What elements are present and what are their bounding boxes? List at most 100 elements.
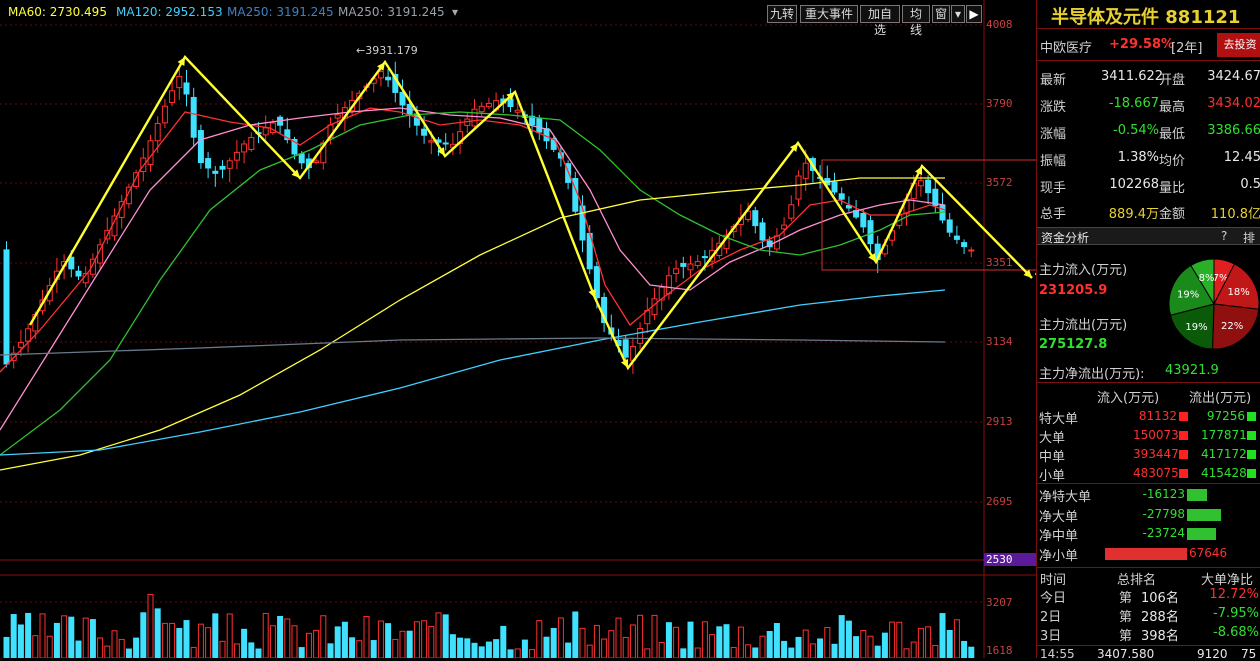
- pct-value: -0.54%: [1113, 123, 1159, 138]
- volume-bar: [536, 620, 543, 658]
- volume-bar: [183, 620, 190, 658]
- rank-day: 今日: [1040, 591, 1067, 606]
- candle: [377, 71, 384, 79]
- quote-panel: 半导体及元件 881121 中欧医疗 +29.58% [2年] 去投资 最新 3…: [1036, 0, 1260, 661]
- candle: [17, 341, 24, 348]
- volume-bar: [32, 635, 39, 658]
- footer-price: 3407.580: [1097, 647, 1155, 661]
- expand-arrow-icon[interactable]: ▶: [966, 5, 982, 23]
- volume-bar: [226, 613, 233, 658]
- window-button[interactable]: 窗: [932, 5, 950, 23]
- add-watchlist-button[interactable]: 加自选: [860, 5, 900, 37]
- footer-vol: 9120: [1197, 647, 1228, 661]
- help-icon[interactable]: ?: [1221, 229, 1227, 243]
- ratio-header: 大单净比: [1201, 573, 1254, 588]
- avg-value: 12.45: [1223, 150, 1260, 165]
- candle: [701, 256, 708, 259]
- rank-prefix: 第: [1119, 610, 1133, 625]
- main-in-label: 主力流入(万元): [1039, 263, 1128, 278]
- hand-value: 102268: [1109, 177, 1159, 192]
- candle: [968, 249, 975, 252]
- volume-bar: [874, 645, 881, 658]
- volume-bar: [262, 612, 269, 658]
- volume-bar: [579, 627, 586, 658]
- net-value: 43921.9: [1165, 363, 1219, 378]
- volume-bar: [406, 630, 413, 658]
- invest-button[interactable]: 去投资: [1217, 33, 1260, 57]
- volume-bar: [392, 638, 399, 658]
- volume-bar: [637, 614, 644, 658]
- flow-in-value: 81132: [1138, 409, 1177, 423]
- flow-in-value: 483075: [1133, 466, 1179, 480]
- volume-bar: [291, 625, 298, 658]
- footer-time: 14:55: [1040, 647, 1075, 661]
- ma250b-legend: MA250: 3191.245: [338, 5, 445, 19]
- volume-bar: [838, 615, 845, 658]
- candle: [543, 128, 550, 142]
- tab-fund-analysis[interactable]: 资金分析: [1041, 229, 1089, 246]
- candlestick-chart[interactable]: [0, 0, 1036, 658]
- volume-bar: [464, 638, 471, 658]
- volume-bar: [493, 639, 500, 658]
- ma10-line: [0, 107, 946, 431]
- related-fund-name[interactable]: 中欧医疗: [1040, 37, 1092, 56]
- major-events-button[interactable]: 重大事件: [800, 5, 858, 23]
- amp-value: 1.38%: [1117, 150, 1159, 165]
- pct-label: 涨幅: [1040, 127, 1067, 142]
- volume-bar: [694, 647, 701, 658]
- related-fund-change: +29.58%: [1109, 37, 1175, 52]
- time-header: 时间: [1040, 573, 1067, 588]
- volume-bar: [889, 621, 896, 658]
- legend-dropdown-icon[interactable]: ▾: [452, 5, 458, 19]
- candle: [946, 219, 953, 233]
- nine-turn-button[interactable]: 九转: [767, 5, 797, 23]
- volume-bar: [449, 634, 456, 658]
- volume-bar: [910, 641, 917, 658]
- volume-bar: [428, 625, 435, 658]
- trendline-button[interactable]: 均线: [902, 5, 930, 37]
- flow-in-marker: [1179, 469, 1188, 478]
- candle: [860, 212, 867, 228]
- volume-bar: [118, 638, 125, 658]
- candle: [673, 268, 680, 274]
- latest-value: 3411.622: [1101, 69, 1164, 84]
- volume-bar: [673, 626, 680, 658]
- volume-bar: [10, 614, 17, 658]
- volume-bar: [521, 639, 528, 658]
- volume-bar: [284, 618, 291, 658]
- volume-bar: [125, 648, 132, 658]
- net-bar: [1187, 508, 1221, 521]
- candle: [205, 158, 212, 169]
- candle: [694, 261, 701, 267]
- volume-bar: [25, 612, 32, 658]
- change-value: -18.667: [1108, 96, 1159, 111]
- amount-label: 金额: [1159, 207, 1186, 222]
- volume-bar: [457, 637, 464, 658]
- y-tick: 3790: [986, 97, 1013, 110]
- main-in-value: 231205.9: [1039, 283, 1108, 298]
- volume-bar: [17, 624, 24, 658]
- flow-out-header: 流出(万元): [1189, 391, 1252, 406]
- rank-ratio: -7.95%: [1213, 606, 1259, 621]
- volume-bar: [939, 613, 946, 658]
- high-annotation: ←3931.179: [356, 44, 418, 57]
- net-bar: [1187, 489, 1207, 501]
- volume-bar: [205, 627, 212, 658]
- toolbar-dropdown-icon[interactable]: ▾: [951, 5, 965, 23]
- volume-bar: [269, 625, 276, 658]
- volume-bar: [680, 648, 687, 658]
- volume-bar: [442, 614, 449, 658]
- volume-bar: [651, 614, 658, 658]
- candle: [428, 140, 435, 143]
- candle: [917, 180, 924, 187]
- candle: [687, 263, 694, 271]
- volume-bar: [154, 608, 161, 658]
- candle: [169, 90, 176, 104]
- candle: [385, 76, 392, 81]
- volume-bar: [413, 621, 420, 658]
- candle: [485, 102, 492, 108]
- volume-bar: [881, 632, 888, 658]
- volume-bar: [298, 647, 305, 658]
- volume-bar: [197, 623, 204, 658]
- tab-rank[interactable]: 排: [1243, 229, 1255, 246]
